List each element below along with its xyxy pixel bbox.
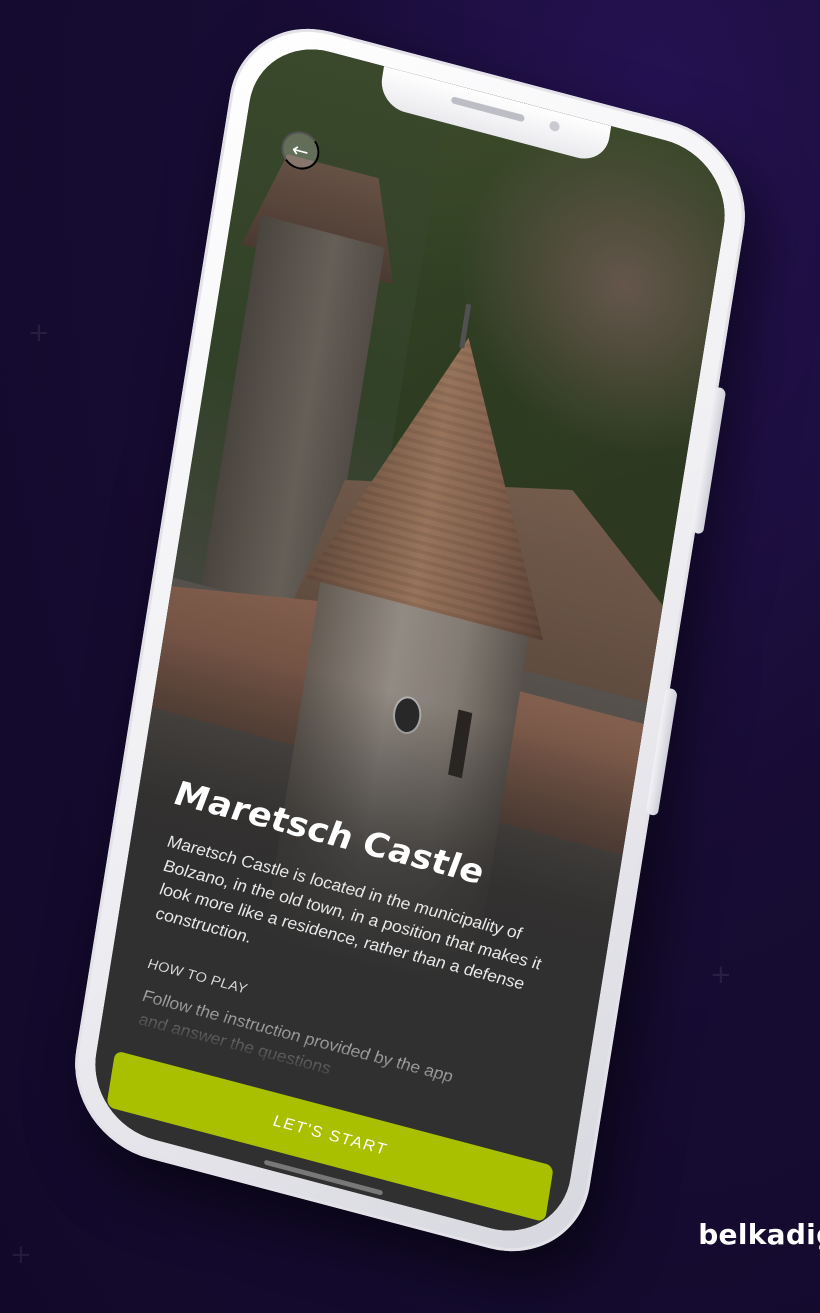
showcase-stage: + + + + — [0, 0, 820, 1313]
sparkle-icon: + — [28, 318, 50, 348]
brand-logo: belkadigit — [698, 1218, 820, 1251]
speaker-grille — [450, 96, 525, 123]
sparkle-icon: + — [710, 960, 732, 990]
front-camera — [548, 120, 561, 133]
app-screen: ← Maretsch Castle Maretsch Castle is loc… — [85, 33, 735, 1247]
arrow-left-icon: ← — [290, 136, 311, 165]
phone-mockup: ← Maretsch Castle Maretsch Castle is loc… — [62, 9, 758, 1271]
sparkle-icon: + — [10, 1240, 32, 1270]
